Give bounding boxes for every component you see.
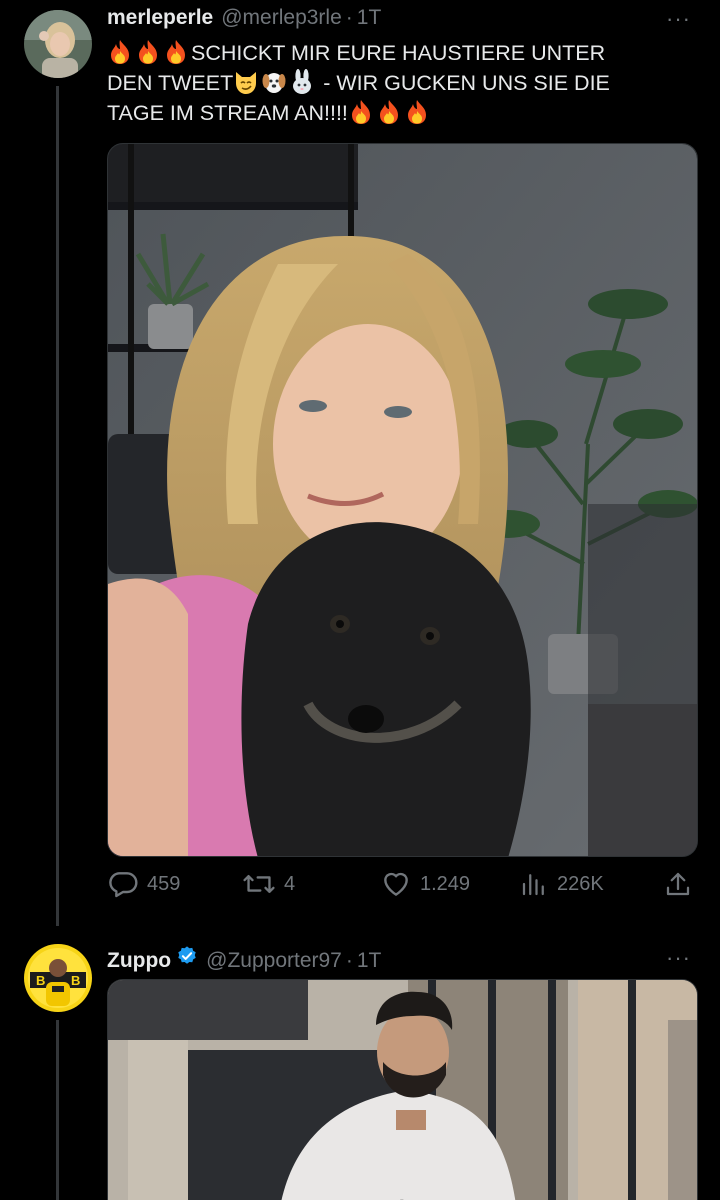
more-options-icon[interactable]: ··· (666, 8, 691, 30)
smirking-cat-emoji-icon (236, 72, 257, 94)
timestamp[interactable]: 1T (357, 949, 382, 973)
separator-dot: · (345, 949, 353, 972)
retweet-icon (243, 874, 275, 894)
svg-text:B: B (36, 973, 45, 988)
retweet-button[interactable]: 4 (242, 868, 295, 900)
like-button[interactable]: 1.249 (380, 868, 470, 900)
tweet-actions: 459 4 1.249 226K (107, 868, 697, 904)
fire-emoji-icon (111, 40, 129, 64)
fire-emoji-icon (351, 100, 370, 124)
tweet-media-photo[interactable] (107, 143, 698, 857)
tweet-text-line-1: SCHICKT MIR EURE HAUSTIERE UNTER (191, 41, 606, 65)
avatar[interactable]: B B (24, 944, 92, 1012)
svg-text:B: B (71, 973, 80, 988)
share-icon (666, 872, 690, 896)
author-handle[interactable]: @Zupporter97 (206, 949, 342, 973)
dog-face-emoji-icon (262, 73, 286, 93)
author-handle[interactable]: @merlep3rle (221, 6, 342, 30)
heart-icon (384, 872, 408, 896)
reply-count: 459 (147, 872, 181, 895)
thread-line-lower (56, 1020, 59, 1200)
tweet-header: merleperle @merlep3rle · 1T (107, 6, 381, 30)
author-name[interactable]: merleperle (107, 6, 213, 30)
fire-emoji-icon (379, 100, 398, 124)
fire-emoji-icon (407, 100, 426, 124)
rabbit-face-emoji-icon (293, 69, 312, 94)
thread-line (56, 86, 59, 926)
share-button[interactable] (663, 868, 701, 900)
tweet-text: SCHICKT MIR EURE HAUSTIERE UNTER DEN TWE… (107, 38, 687, 128)
verified-badge-icon[interactable] (176, 945, 198, 967)
avatar[interactable] (24, 10, 92, 78)
tweet-media-photo[interactable]: studio (107, 979, 698, 1200)
like-count: 1.249 (420, 872, 471, 895)
views-button[interactable]: 226K (519, 868, 604, 900)
tweet-header: Zuppo @Zupporter97 · 1T (107, 945, 381, 973)
tweet-text-line-2b: - WIR GUCKEN UNS SIE DIE (317, 71, 610, 95)
separator-dot: · (345, 6, 353, 29)
reply-icon (109, 872, 138, 898)
author-name[interactable]: Zuppo (107, 949, 171, 973)
views-count: 226K (557, 872, 604, 895)
reply-button[interactable]: 459 (107, 868, 180, 900)
retweet-count: 4 (284, 872, 296, 895)
views-chart-icon (522, 874, 544, 896)
photo-woman-with-dog-icon (108, 144, 697, 856)
tweet-text-line-2a: DEN TWEET (107, 71, 234, 95)
tweet-text-line-3: TAGE IM STREAM AN!!!! (107, 101, 348, 125)
more-options-icon[interactable]: ··· (666, 947, 691, 969)
timestamp[interactable]: 1T (357, 6, 382, 30)
photo-man-portrait-icon: studio (108, 980, 697, 1200)
fire-emoji-icon (167, 40, 185, 64)
fire-emoji-icon (139, 40, 157, 64)
